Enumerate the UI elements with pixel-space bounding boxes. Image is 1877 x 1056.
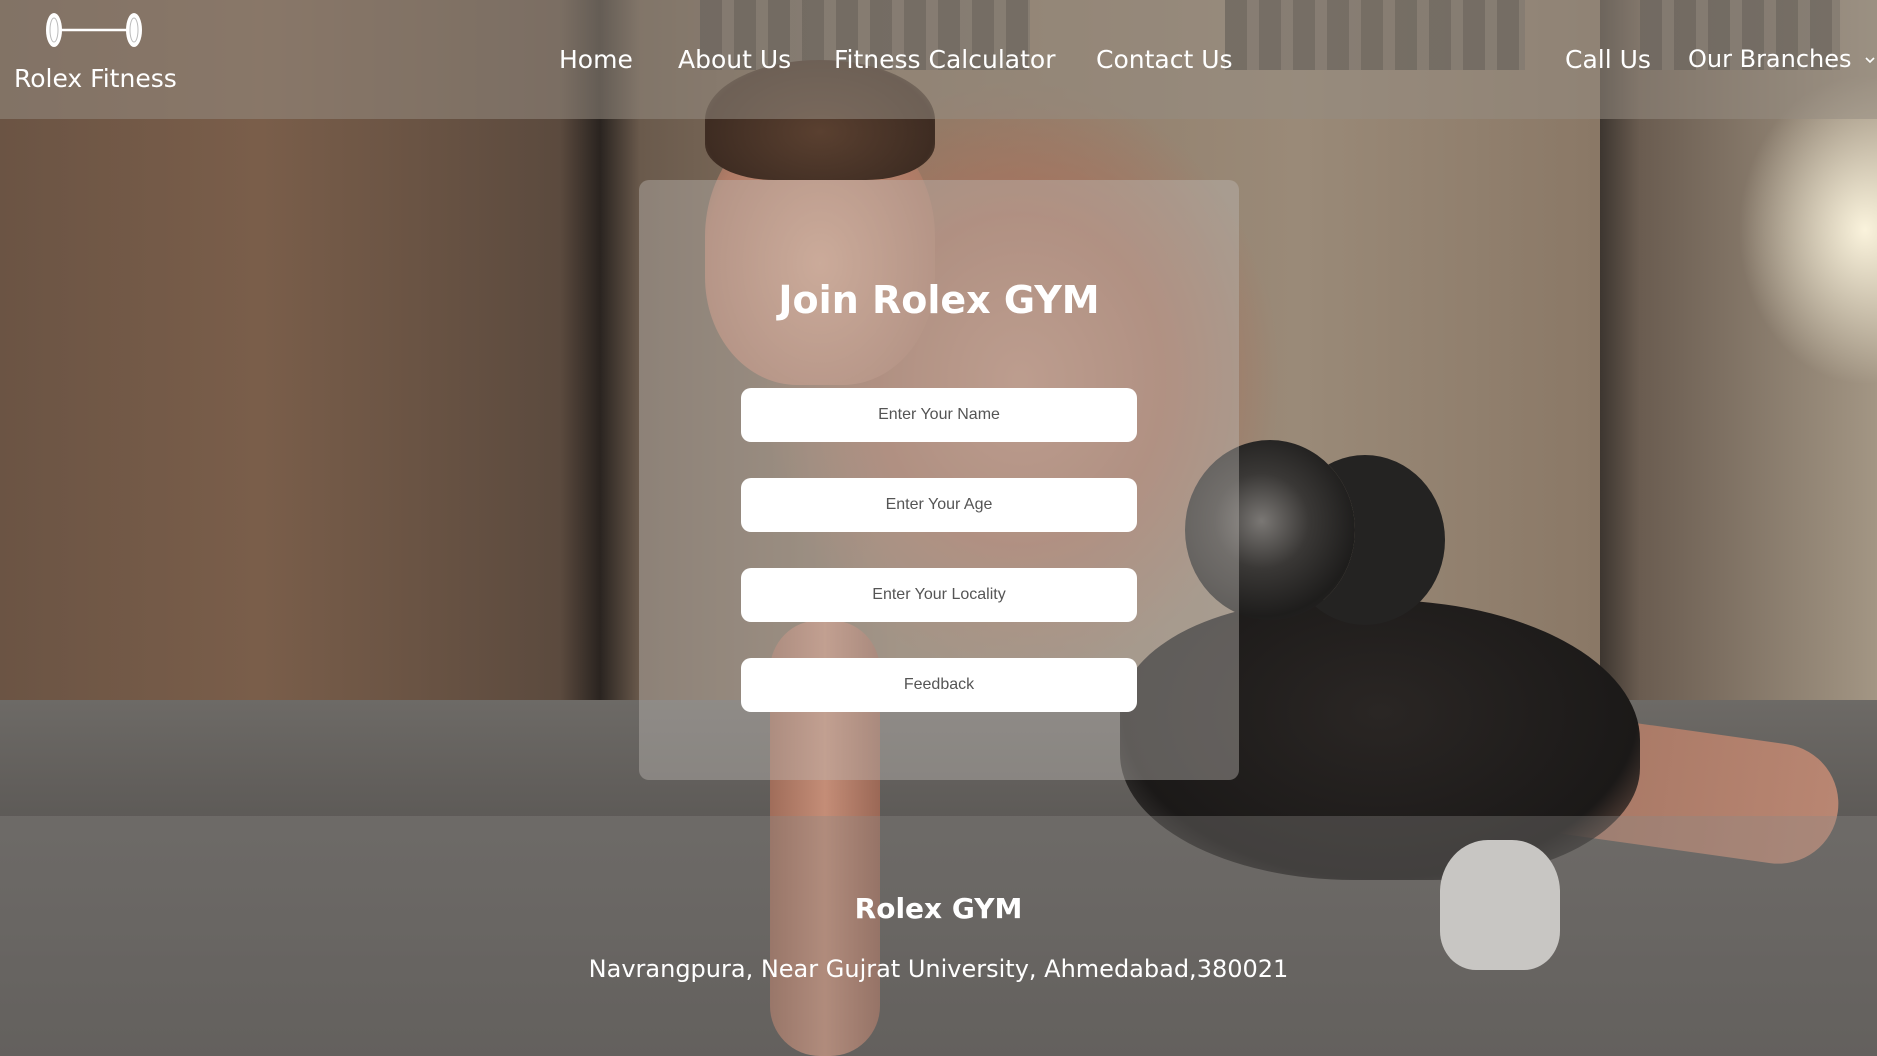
nav-contact-us[interactable]: Contact Us bbox=[1096, 45, 1233, 74]
top-navbar: Rolex Fitness Home About Us Fitness Calc… bbox=[0, 0, 1877, 119]
chevron-down-icon bbox=[1865, 57, 1875, 64]
page: Rolex Fitness Home About Us Fitness Calc… bbox=[0, 0, 1877, 1056]
nav-about-us[interactable]: About Us bbox=[678, 45, 791, 74]
locality-input[interactable] bbox=[741, 568, 1137, 622]
footer-title: Rolex GYM bbox=[854, 892, 1023, 925]
nav-fitness-calculator[interactable]: Fitness Calculator bbox=[834, 45, 1055, 74]
nav-our-branches-dropdown[interactable]: Our Branches bbox=[1688, 45, 1875, 73]
name-input[interactable] bbox=[741, 388, 1137, 442]
nav-call-us[interactable]: Call Us bbox=[1565, 45, 1651, 74]
join-form-title: Join Rolex GYM bbox=[778, 278, 1100, 322]
feedback-input[interactable] bbox=[741, 658, 1137, 712]
brand-logo[interactable]: Rolex Fitness bbox=[14, 8, 177, 93]
nav-home[interactable]: Home bbox=[559, 45, 633, 74]
nav-our-branches-label: Our Branches bbox=[1688, 45, 1852, 73]
brand-name: Rolex Fitness bbox=[14, 64, 177, 93]
age-input[interactable] bbox=[741, 478, 1137, 532]
footer bbox=[0, 816, 1877, 1056]
footer-address: Navrangpura, Near Gujrat University, Ahm… bbox=[588, 955, 1289, 983]
dumbbell-icon bbox=[46, 13, 142, 47]
